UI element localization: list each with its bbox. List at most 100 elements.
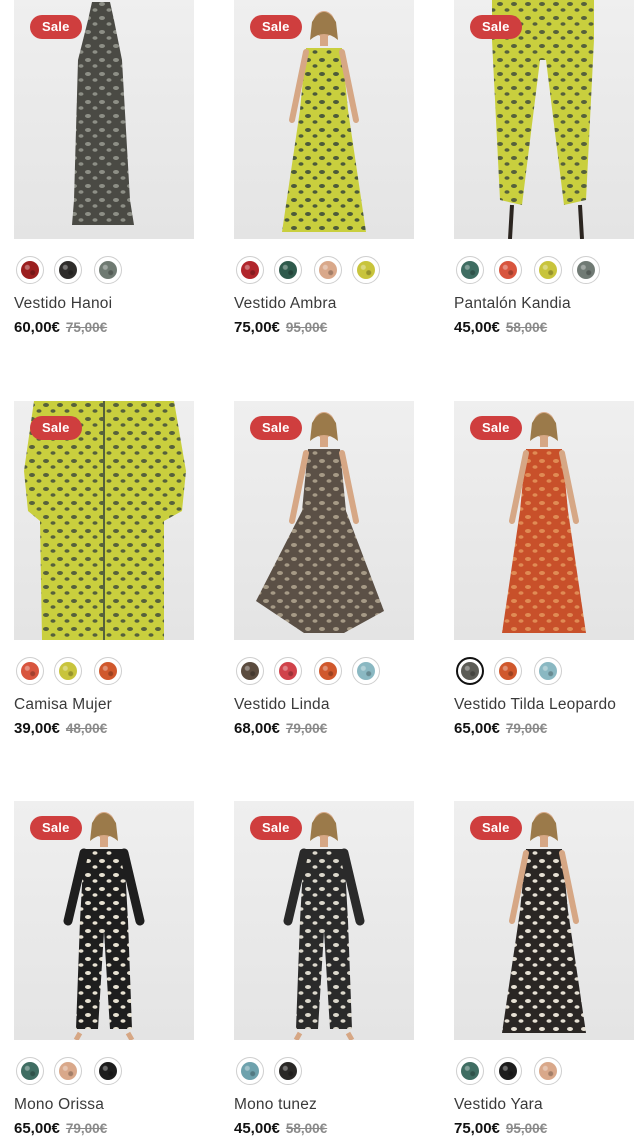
color-swatch[interactable] (54, 1057, 82, 1085)
sale-price: 75,00€ (454, 1120, 500, 1137)
color-swatch[interactable] (274, 1057, 302, 1085)
color-swatch[interactable] (16, 256, 44, 284)
swatch-pattern (319, 261, 337, 279)
swatch-pattern (241, 1062, 259, 1080)
product-card: Sale Vestido Hanoi 60,00€ 75,00€ (14, 0, 194, 336)
color-swatch[interactable] (534, 1057, 562, 1085)
sale-badge: Sale (250, 816, 302, 840)
sale-price: 45,00€ (454, 319, 500, 336)
sale-badge: Sale (470, 15, 522, 39)
swatch-pattern (499, 662, 517, 680)
product-image[interactable]: Sale (234, 801, 414, 1040)
product-grid: Sale Vestido Hanoi 60,00€ 75,00€ Sale Vestido… (0, 0, 638, 1148)
product-image[interactable]: Sale (14, 801, 194, 1040)
color-swatch[interactable] (314, 657, 342, 685)
sale-badge: Sale (470, 416, 522, 440)
color-swatch[interactable] (16, 657, 44, 685)
color-swatch[interactable] (236, 1057, 264, 1085)
sale-badge: Sale (250, 15, 302, 39)
product-card: Sale Vestido Linda 68,00€ 79,00€ (234, 401, 414, 737)
product-name[interactable]: Pantalón Kandia (454, 295, 571, 313)
product-image[interactable]: Sale (234, 0, 414, 239)
color-swatch[interactable] (352, 657, 380, 685)
swatch-pattern (59, 1062, 77, 1080)
original-price: 75,00€ (65, 320, 108, 335)
color-swatch[interactable] (494, 657, 522, 685)
original-price: 79,00€ (505, 721, 548, 736)
product-prices: 45,00€ 58,00€ (234, 1120, 327, 1138)
swatch-pattern (99, 261, 117, 279)
product-card: Sale Vestido Yara 75,00€ 95,00€ (454, 801, 634, 1137)
color-swatch[interactable] (94, 657, 122, 685)
product-image[interactable]: Sale (454, 801, 634, 1040)
product-name[interactable]: Vestido Hanoi (14, 295, 112, 313)
product-image[interactable]: Sale (454, 0, 634, 239)
product-name[interactable]: Mono tunez (234, 1096, 317, 1114)
product-prices: 39,00€ 48,00€ (14, 720, 107, 738)
color-swatch[interactable] (94, 256, 122, 284)
product-card: Sale Mono Orissa 65,00€ 79,00€ (14, 801, 194, 1137)
color-swatch[interactable] (494, 1057, 522, 1085)
swatch-pattern (21, 261, 39, 279)
swatch-pattern (539, 1062, 557, 1080)
swatch-pattern (461, 662, 479, 680)
product-image[interactable]: Sale (14, 401, 194, 640)
swatch-pattern (577, 261, 595, 279)
color-swatch[interactable] (94, 1057, 122, 1085)
color-swatch[interactable] (456, 1057, 484, 1085)
product-image[interactable]: Sale (234, 401, 414, 640)
original-price: 79,00€ (65, 1121, 108, 1136)
swatch-pattern (279, 261, 297, 279)
color-swatch[interactable] (274, 256, 302, 284)
product-name[interactable]: Vestido Yara (454, 1096, 543, 1114)
color-swatch[interactable] (534, 657, 562, 685)
swatch-pattern (279, 1062, 297, 1080)
original-price: 48,00€ (65, 721, 108, 736)
product-card: Sale Mono tunez 45,00€ 58,00€ (234, 801, 414, 1137)
product-prices: 75,00€ 95,00€ (234, 319, 327, 337)
product-name[interactable]: Camisa Mujer (14, 696, 112, 714)
color-swatch[interactable] (456, 256, 484, 284)
color-swatch[interactable] (236, 657, 264, 685)
sale-price: 68,00€ (234, 720, 280, 737)
swatch-pattern (499, 261, 517, 279)
product-card: Sale Pantalón Kandia 45,00€ 58,00€ (454, 0, 634, 336)
product-name[interactable]: Mono Orissa (14, 1096, 104, 1114)
swatch-pattern (99, 1062, 117, 1080)
color-swatch[interactable] (236, 256, 264, 284)
model-figure (72, 2, 134, 225)
color-swatch[interactable] (494, 256, 522, 284)
color-swatch[interactable] (456, 657, 484, 685)
product-name[interactable]: Vestido Ambra (234, 295, 337, 313)
color-swatch[interactable] (54, 256, 82, 284)
product-image[interactable]: Sale (14, 0, 194, 239)
product-name[interactable]: Vestido Linda (234, 696, 330, 714)
product-prices: 65,00€ 79,00€ (454, 720, 547, 738)
swatch-pattern (279, 662, 297, 680)
product-prices: 60,00€ 75,00€ (14, 319, 107, 337)
sale-badge: Sale (470, 816, 522, 840)
color-swatch[interactable] (274, 657, 302, 685)
original-price: 79,00€ (285, 721, 328, 736)
swatch-pattern (461, 261, 479, 279)
color-swatch[interactable] (572, 256, 600, 284)
product-card: Sale Vestido Ambra 75,00€ 95,00€ (234, 0, 414, 336)
color-swatch[interactable] (16, 1057, 44, 1085)
color-swatch[interactable] (534, 256, 562, 284)
swatch-pattern (59, 662, 77, 680)
model-figure (502, 412, 586, 633)
sale-badge: Sale (30, 816, 82, 840)
product-name[interactable]: Vestido Tilda Leopardo (454, 696, 616, 714)
color-swatch[interactable] (314, 256, 342, 284)
swatch-pattern (539, 662, 557, 680)
sale-price: 60,00€ (14, 319, 60, 336)
color-swatch[interactable] (54, 657, 82, 685)
swatch-pattern (241, 662, 259, 680)
swatch-pattern (357, 261, 375, 279)
product-card: Sale Camisa Mujer 39,00€ 48,00€ (14, 401, 194, 737)
product-image[interactable]: Sale (454, 401, 634, 640)
swatch-pattern (461, 1062, 479, 1080)
sale-price: 65,00€ (454, 720, 500, 737)
color-swatch[interactable] (352, 256, 380, 284)
swatch-pattern (21, 662, 39, 680)
